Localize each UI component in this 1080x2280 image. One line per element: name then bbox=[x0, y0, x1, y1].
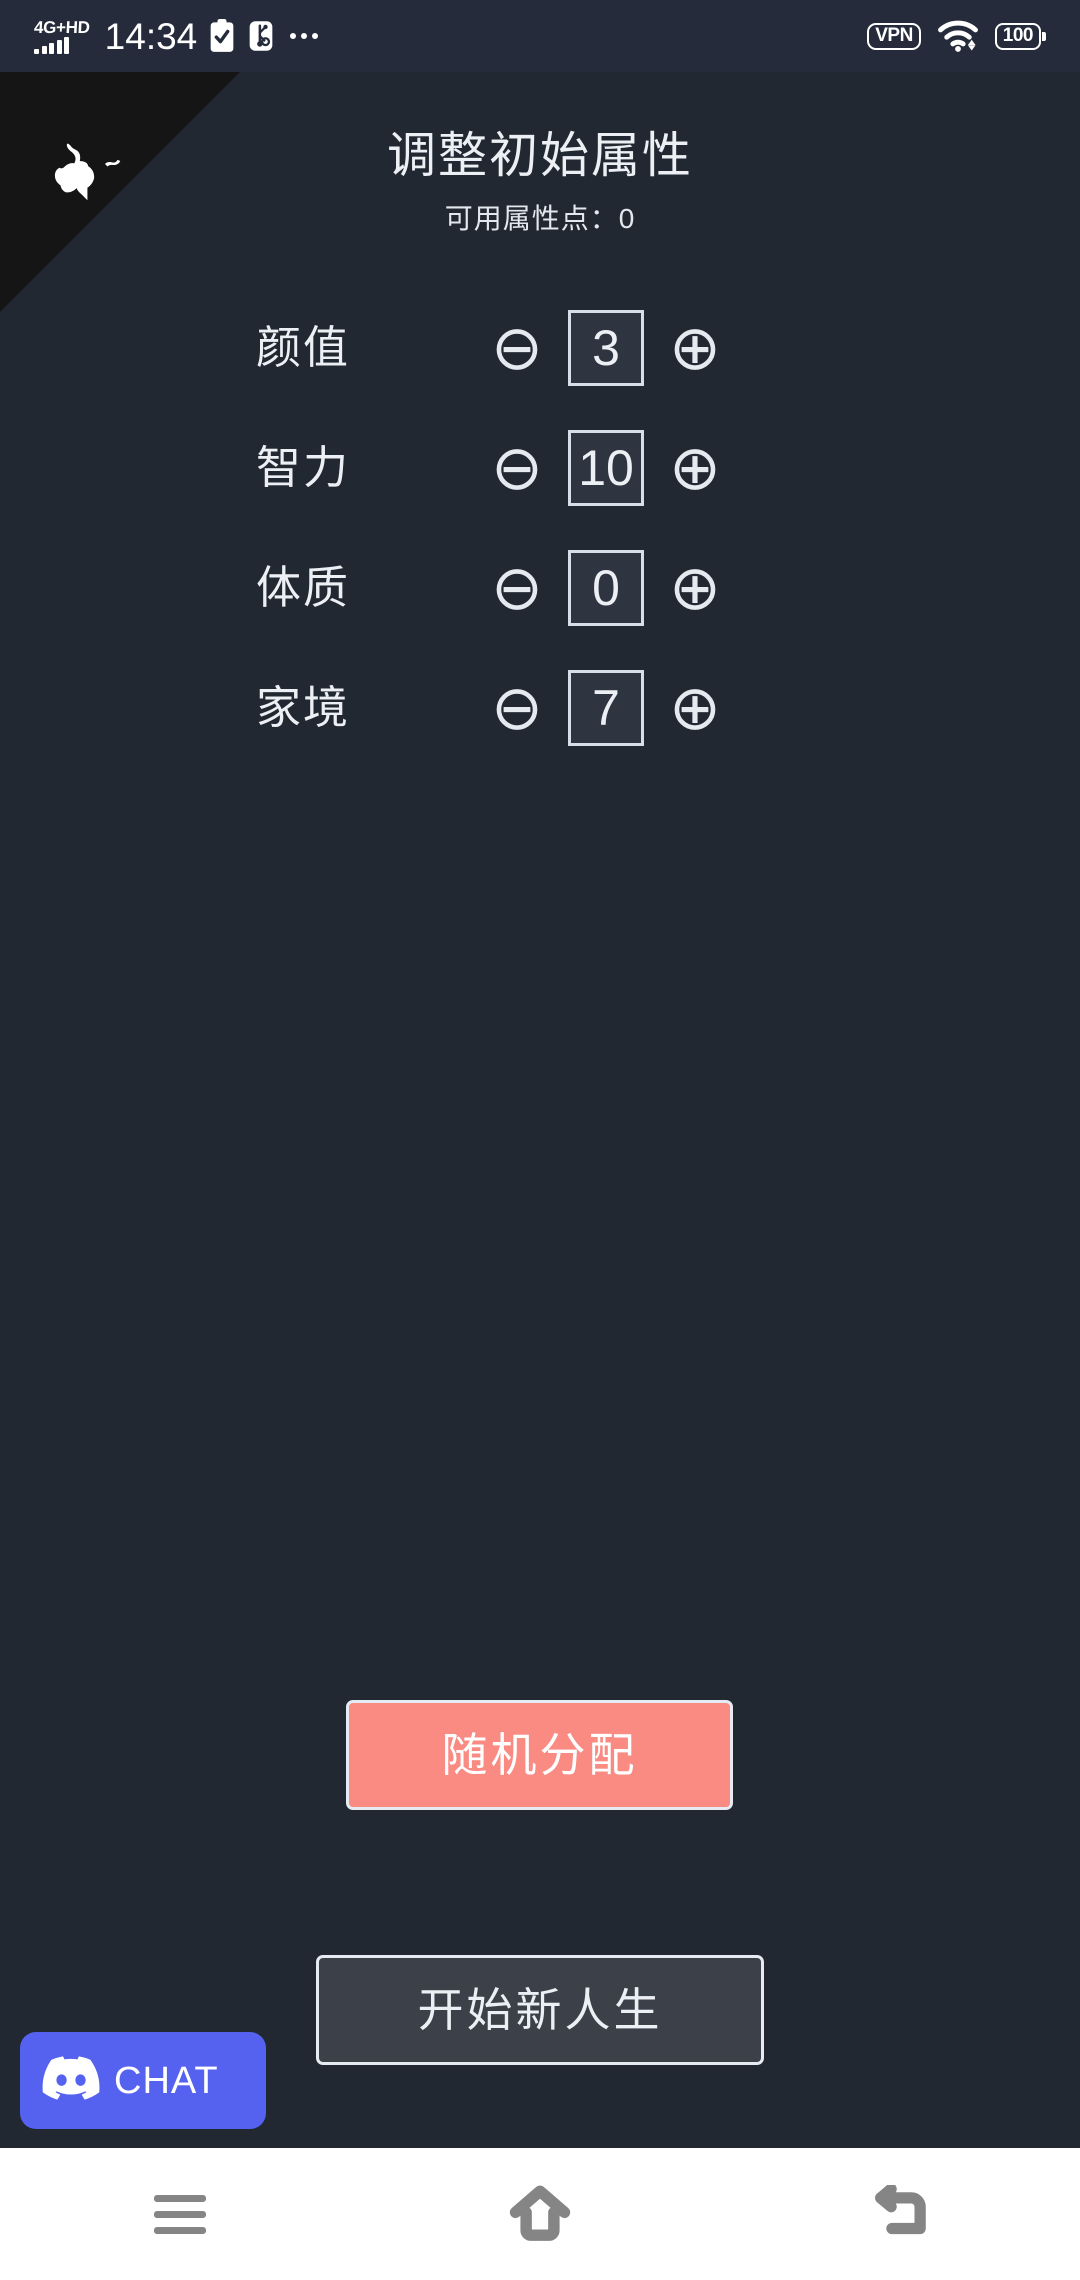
decrease-button[interactable]: ⊖ bbox=[484, 435, 550, 501]
menu-recents-icon[interactable] bbox=[90, 2148, 270, 2280]
status-bar-clock: 14:34 bbox=[104, 15, 198, 57]
attribute-value[interactable]: 3 bbox=[568, 310, 644, 386]
page-title: 调整初始属性 bbox=[386, 129, 693, 183]
network-type-label: 4G+HD bbox=[33, 17, 91, 37]
start-new-life-button[interactable]: 开始新人生 bbox=[316, 1955, 764, 2065]
discord-chat-button[interactable]: CHAT bbox=[20, 2032, 266, 2129]
increase-button[interactable]: ⊕ bbox=[662, 675, 728, 741]
attribute-row-appearance: 颜值 ⊖ 3 ⊕ bbox=[0, 288, 1080, 408]
attribute-value[interactable]: 10 bbox=[568, 430, 644, 506]
battery-indicator: 100 bbox=[994, 22, 1046, 50]
attribute-row-intelligence: 智力 ⊖ 10 ⊕ bbox=[0, 408, 1080, 528]
attribute-value[interactable]: 7 bbox=[568, 670, 644, 746]
back-arrow-icon[interactable] bbox=[810, 2148, 990, 2280]
decrease-button[interactable]: ⊖ bbox=[484, 315, 550, 381]
status-bar: 4G+HD 14:34 VPN 100 bbox=[0, 0, 1080, 72]
available-points-label: 可用属性点：0 bbox=[444, 203, 636, 234]
usb-debug-icon bbox=[247, 19, 275, 53]
decrease-button[interactable]: ⊖ bbox=[484, 555, 550, 621]
attribute-label: 家境 bbox=[256, 682, 351, 733]
attribute-stepper: ⊖ 0 ⊕ bbox=[484, 550, 728, 626]
increase-button[interactable]: ⊕ bbox=[662, 435, 728, 501]
clipboard-check-icon bbox=[208, 19, 236, 53]
attribute-label: 体质 bbox=[256, 562, 351, 613]
github-corner-link[interactable] bbox=[0, 72, 240, 312]
attribute-stepper: ⊖ 10 ⊕ bbox=[484, 430, 728, 506]
app-screen: 4G+HD 14:34 VPN 100 调整初始属性 可用属性点：0 颜值 ⊖ … bbox=[0, 0, 1080, 2280]
attribute-row-constitution: 体质 ⊖ 0 ⊕ bbox=[0, 528, 1080, 648]
attribute-label: 智力 bbox=[256, 442, 351, 493]
attribute-list: 颜值 ⊖ 3 ⊕ 智力 ⊖ 10 ⊕ 体质 ⊖ 0 ⊕ 家境 ⊖ 7 ⊕ bbox=[0, 288, 1080, 768]
home-icon[interactable] bbox=[450, 2148, 630, 2280]
vpn-badge: VPN bbox=[867, 22, 921, 50]
attribute-label: 颜值 bbox=[256, 322, 351, 373]
increase-button[interactable]: ⊕ bbox=[662, 555, 728, 621]
status-bar-left: 4G+HD 14:34 bbox=[33, 15, 319, 57]
android-nav-bar bbox=[0, 2148, 1080, 2280]
increase-button[interactable]: ⊕ bbox=[662, 315, 728, 381]
more-dots-icon bbox=[290, 33, 319, 39]
wifi-icon bbox=[937, 20, 978, 52]
random-assign-button[interactable]: 随机分配 bbox=[346, 1700, 733, 1810]
attribute-stepper: ⊖ 3 ⊕ bbox=[484, 310, 728, 386]
status-bar-right: VPN 100 bbox=[867, 20, 1046, 52]
attribute-row-family: 家境 ⊖ 7 ⊕ bbox=[0, 648, 1080, 768]
discord-logo-icon bbox=[42, 2056, 100, 2105]
discord-chat-label: CHAT bbox=[114, 2059, 219, 2102]
attribute-stepper: ⊖ 7 ⊕ bbox=[484, 670, 728, 746]
attribute-value[interactable]: 0 bbox=[568, 550, 644, 626]
battery-level-label: 100 bbox=[994, 22, 1041, 50]
decrease-button[interactable]: ⊖ bbox=[484, 675, 550, 741]
signal-bars-icon: 4G+HD bbox=[33, 17, 91, 54]
